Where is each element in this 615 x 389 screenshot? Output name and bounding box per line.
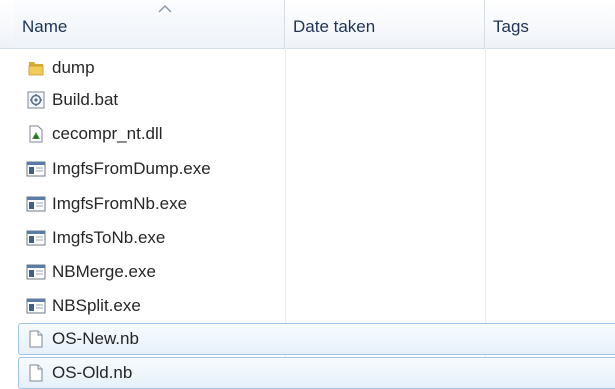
file-row[interactable]: dump	[18, 52, 615, 84]
file-name: OS-Old.nb	[52, 363, 133, 382]
file-row[interactable]: OS-Old.nb	[18, 357, 615, 389]
file-row[interactable]: ImgfsFromDump.exe	[18, 153, 615, 185]
generic-file-icon	[26, 363, 46, 383]
file-list-view: Name Date taken Tags dump Build.bat cecomp…	[0, 0, 615, 389]
column-header-tags[interactable]: Tags	[485, 0, 615, 48]
folder-icon	[26, 58, 46, 78]
file-name: ImgfsToNb.exe	[52, 228, 166, 247]
file-name: Build.bat	[52, 90, 119, 109]
column-header-bar: Name Date taken Tags	[0, 0, 615, 49]
dll-file-icon	[26, 124, 46, 144]
generic-file-icon	[26, 329, 46, 349]
exe-file-icon	[26, 194, 46, 214]
file-name: ImgfsFromNb.exe	[52, 194, 188, 213]
exe-file-icon	[26, 228, 46, 248]
column-header-name-label: Name	[22, 17, 68, 36]
file-row[interactable]: NBSplit.exe	[18, 290, 615, 322]
column-header-name[interactable]: Name	[14, 0, 285, 48]
file-name: dump	[52, 58, 95, 77]
file-name: NBSplit.exe	[52, 296, 141, 315]
file-row[interactable]: NBMerge.exe	[18, 256, 615, 288]
file-row[interactable]: OS-New.nb	[18, 323, 615, 355]
file-row[interactable]: ImgfsToNb.exe	[18, 222, 615, 254]
batch-file-icon	[26, 90, 46, 110]
exe-file-icon	[26, 159, 46, 179]
exe-file-icon	[26, 296, 46, 316]
file-name: OS-New.nb	[52, 329, 139, 348]
file-row[interactable]: cecompr_nt.dll	[18, 118, 615, 150]
file-row[interactable]: Build.bat	[18, 84, 615, 116]
file-row[interactable]: ImgfsFromNb.exe	[18, 188, 615, 220]
file-name: NBMerge.exe	[52, 262, 156, 281]
file-name: ImgfsFromDump.exe	[52, 159, 211, 178]
exe-file-icon	[26, 262, 46, 282]
column-header-tags-label: Tags	[493, 17, 529, 36]
file-name: cecompr_nt.dll	[52, 124, 163, 143]
column-header-date-taken[interactable]: Date taken	[285, 0, 485, 48]
column-header-date-taken-label: Date taken	[293, 17, 376, 36]
sort-ascending-icon	[158, 5, 172, 13]
